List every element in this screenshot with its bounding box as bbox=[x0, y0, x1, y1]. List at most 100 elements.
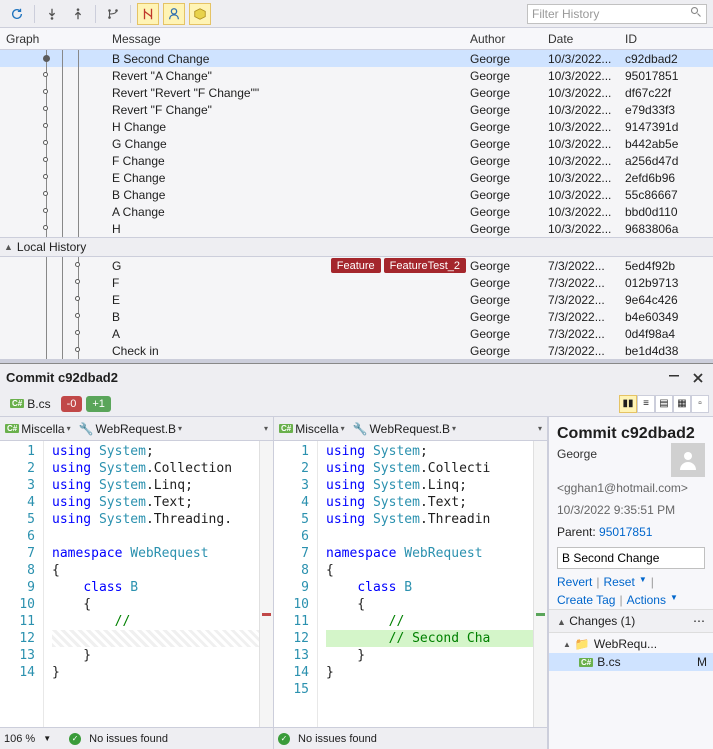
close-icon[interactable] bbox=[689, 369, 707, 387]
commit-body: C# Miscella▾ 🔧 WebRequest.B▾ ▾ 123456789… bbox=[0, 417, 713, 749]
search-icon bbox=[690, 6, 702, 21]
commit-row[interactable]: FGeorge7/3/2022...012b9713 bbox=[0, 274, 713, 291]
issues-label: No issues found bbox=[89, 733, 168, 745]
commit-row[interactable]: Revert "F Change"George10/3/2022...e79d3… bbox=[0, 101, 713, 118]
filter-placeholder: Filter History bbox=[532, 7, 599, 21]
crumb-class-left[interactable]: 🔧 WebRequest.B▾ bbox=[76, 420, 185, 438]
code-right[interactable]: using System;using System.Collectiusing … bbox=[318, 441, 533, 727]
more-icon[interactable]: ⋯ bbox=[693, 614, 705, 628]
gutter-right: 123456789101112131415 bbox=[274, 441, 318, 727]
file-tab-bcs[interactable]: C# B.cs bbox=[4, 395, 57, 413]
inline-view-icon[interactable]: ≡ bbox=[637, 395, 655, 413]
parent-link[interactable]: 95017851 bbox=[599, 525, 652, 539]
commit-row[interactable]: Check inGeorge7/3/2022...be1d4d38 bbox=[0, 342, 713, 359]
commit-row[interactable]: EGeorge7/3/2022...9e64c426 bbox=[0, 291, 713, 308]
collapse-icon: ▲ bbox=[4, 242, 13, 252]
issues-label-r: No issues found bbox=[298, 733, 377, 745]
csharp-icon: C# bbox=[279, 424, 293, 433]
col-graph[interactable]: Graph bbox=[0, 32, 108, 46]
filter-history-input[interactable]: Filter History bbox=[527, 4, 707, 24]
history-list[interactable]: B Second ChangeGeorge10/3/2022...c92dbad… bbox=[0, 50, 713, 237]
refresh-icon[interactable] bbox=[6, 3, 28, 25]
commit-row[interactable]: HGeorge10/3/2022...9683806a bbox=[0, 220, 713, 237]
graph-toggle-icon[interactable] bbox=[137, 3, 159, 25]
crumb-ns-left[interactable]: C# Miscella▾ bbox=[2, 420, 74, 438]
diff-plus-badge: +1 bbox=[86, 396, 111, 412]
file-tab-name: B.cs bbox=[27, 397, 50, 411]
list-view-icon[interactable]: ▤ bbox=[655, 395, 673, 413]
commit-details-panel: Commit c92dbad2 George <gghan1@hotmail.c… bbox=[548, 417, 713, 749]
gutter-left: 1234567891011121314 bbox=[0, 441, 44, 727]
reset-link[interactable]: Reset bbox=[603, 575, 634, 589]
tree-file[interactable]: C# B.cs M bbox=[549, 653, 713, 671]
commit-row[interactable]: G ChangeGeorge10/3/2022...b442ab5e bbox=[0, 135, 713, 152]
commit-row[interactable]: AGeorge7/3/2022...0d4f98a4 bbox=[0, 325, 713, 342]
changes-header[interactable]: ▲ Changes (1) ⋯ bbox=[549, 609, 713, 633]
side-by-side-icon[interactable]: ▮▮ bbox=[619, 395, 637, 413]
ok-icon: ✓ bbox=[69, 733, 81, 745]
commit-row[interactable]: B ChangeGeorge10/3/2022...55c86667 bbox=[0, 186, 713, 203]
commit-row[interactable]: BGeorge7/3/2022...b4e60349 bbox=[0, 308, 713, 325]
commit-row[interactable]: H ChangeGeorge10/3/2022...9147391d bbox=[0, 118, 713, 135]
diff-minus-badge: -0 bbox=[61, 396, 83, 412]
flat-view-icon[interactable]: ▫ bbox=[691, 395, 709, 413]
csharp-icon: C# bbox=[10, 399, 24, 408]
crumb-member-left[interactable]: ▾ bbox=[261, 422, 271, 435]
commit-row[interactable]: F ChangeGeorge10/3/2022...a256d47d bbox=[0, 152, 713, 169]
crumb-ns-right[interactable]: C# Miscella▾ bbox=[276, 420, 348, 438]
revert-link[interactable]: Revert bbox=[557, 575, 592, 589]
avatar bbox=[671, 443, 705, 477]
minimap-left[interactable] bbox=[259, 441, 273, 727]
incoming-icon[interactable] bbox=[41, 3, 63, 25]
parent-label: Parent: bbox=[557, 525, 596, 539]
col-message[interactable]: Message bbox=[108, 32, 466, 46]
crumb-class-right[interactable]: 🔧 WebRequest.B▾ bbox=[350, 420, 459, 438]
local-history-section[interactable]: ▲ Local History bbox=[0, 237, 713, 257]
col-date[interactable]: Date bbox=[544, 32, 621, 46]
local-history-label: Local History bbox=[17, 240, 86, 254]
history-columns: Graph Message Author Date ID bbox=[0, 28, 713, 50]
details-author: George bbox=[557, 447, 597, 461]
diff-left-pane: C# Miscella▾ 🔧 WebRequest.B▾ ▾ 123456789… bbox=[0, 417, 274, 749]
code-left[interactable]: using System;using System.Collectionusin… bbox=[44, 441, 259, 727]
maximize-icon[interactable] bbox=[665, 369, 683, 387]
folder-icon: 📁 bbox=[575, 637, 590, 651]
commit-row[interactable]: A ChangeGeorge10/3/2022...bbd0d110 bbox=[0, 203, 713, 220]
file-tabs-bar: C# B.cs -0 +1 ▮▮ ≡ ▤ ▦ ▫ bbox=[0, 391, 713, 417]
commit-row[interactable]: Revert "Revert "F Change""George10/3/202… bbox=[0, 84, 713, 101]
csharp-icon: C# bbox=[579, 658, 593, 667]
crumb-member-right[interactable]: ▾ bbox=[535, 422, 545, 435]
tree-folder[interactable]: ▲ 📁 WebRequ... bbox=[549, 635, 713, 653]
commit-row[interactable]: GFeatureFeatureTest_2George7/3/2022...5e… bbox=[0, 257, 713, 274]
col-id[interactable]: ID bbox=[621, 32, 697, 46]
local-history-list[interactable]: GFeatureFeatureTest_2George7/3/2022...5e… bbox=[0, 257, 713, 359]
create-tag-link[interactable]: Create Tag bbox=[557, 593, 615, 607]
commit-pane-header: Commit c92dbad2 bbox=[0, 363, 713, 391]
changes-tree[interactable]: ▲ 📁 WebRequ... C# B.cs M bbox=[549, 633, 713, 673]
tag-badge: Feature bbox=[331, 258, 381, 273]
csharp-icon: C# bbox=[5, 424, 19, 433]
details-timestamp: 10/3/2022 9:35:51 PM bbox=[549, 499, 713, 521]
col-author[interactable]: Author bbox=[466, 32, 544, 46]
author-toggle-icon[interactable] bbox=[163, 3, 185, 25]
commit-row[interactable]: E ChangeGeorge10/3/2022...2efd6b96 bbox=[0, 169, 713, 186]
branch-icon[interactable] bbox=[102, 3, 124, 25]
tag-badge: FeatureTest_2 bbox=[384, 258, 466, 273]
commit-row[interactable]: B Second ChangeGeorge10/3/2022...c92dbad… bbox=[0, 50, 713, 67]
class-icon: 🔧 bbox=[353, 422, 368, 436]
history-toolbar: Filter History bbox=[0, 0, 713, 28]
file-status: M bbox=[697, 655, 713, 669]
commit-message-input[interactable] bbox=[557, 547, 705, 569]
commit-pane-title: Commit c92dbad2 bbox=[6, 370, 118, 385]
diff-right-pane: C# Miscella▾ 🔧 WebRequest.B▾ ▾ 123456789… bbox=[274, 417, 548, 749]
crumb-bar-left: C# Miscella▾ 🔧 WebRequest.B▾ ▾ bbox=[0, 417, 273, 441]
actions-link[interactable]: Actions bbox=[627, 593, 666, 607]
class-icon: 🔧 bbox=[79, 422, 94, 436]
crumb-bar-right: C# Miscella▾ 🔧 WebRequest.B▾ ▾ bbox=[274, 417, 547, 441]
tree-view-icon[interactable]: ▦ bbox=[673, 395, 691, 413]
minimap-right[interactable] bbox=[533, 441, 547, 727]
zoom-level[interactable]: 106 % bbox=[4, 733, 35, 745]
outgoing-icon[interactable] bbox=[67, 3, 89, 25]
commit-row[interactable]: Revert "A Change"George10/3/2022...95017… bbox=[0, 67, 713, 84]
tag-toggle-icon[interactable] bbox=[189, 3, 211, 25]
